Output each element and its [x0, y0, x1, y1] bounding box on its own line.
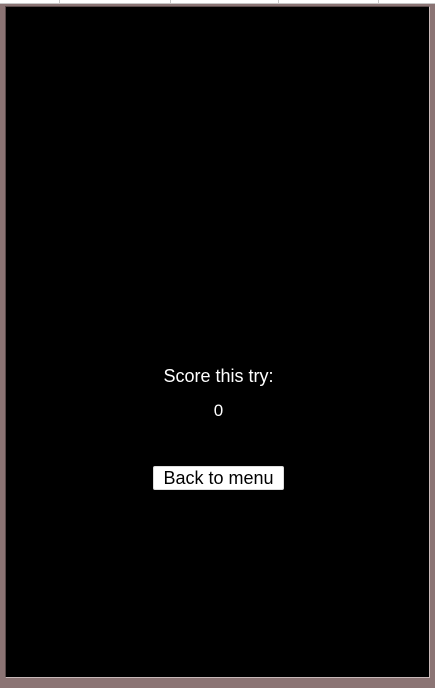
window-frame: Score this try: 0 Back to menu — [0, 0, 435, 688]
back-to-menu-button[interactable]: Back to menu — [153, 466, 284, 490]
game-screen: Score this try: 0 Back to menu — [5, 6, 430, 678]
score-value: 0 — [213, 401, 224, 420]
toolbar-cell — [279, 0, 379, 4]
score-label: Score this try: — [163, 366, 274, 386]
toolbar-cell — [171, 0, 279, 4]
toolbar-cell — [60, 0, 171, 4]
toolbar-cell — [0, 0, 60, 4]
top-toolbar-strip — [0, 0, 435, 4]
